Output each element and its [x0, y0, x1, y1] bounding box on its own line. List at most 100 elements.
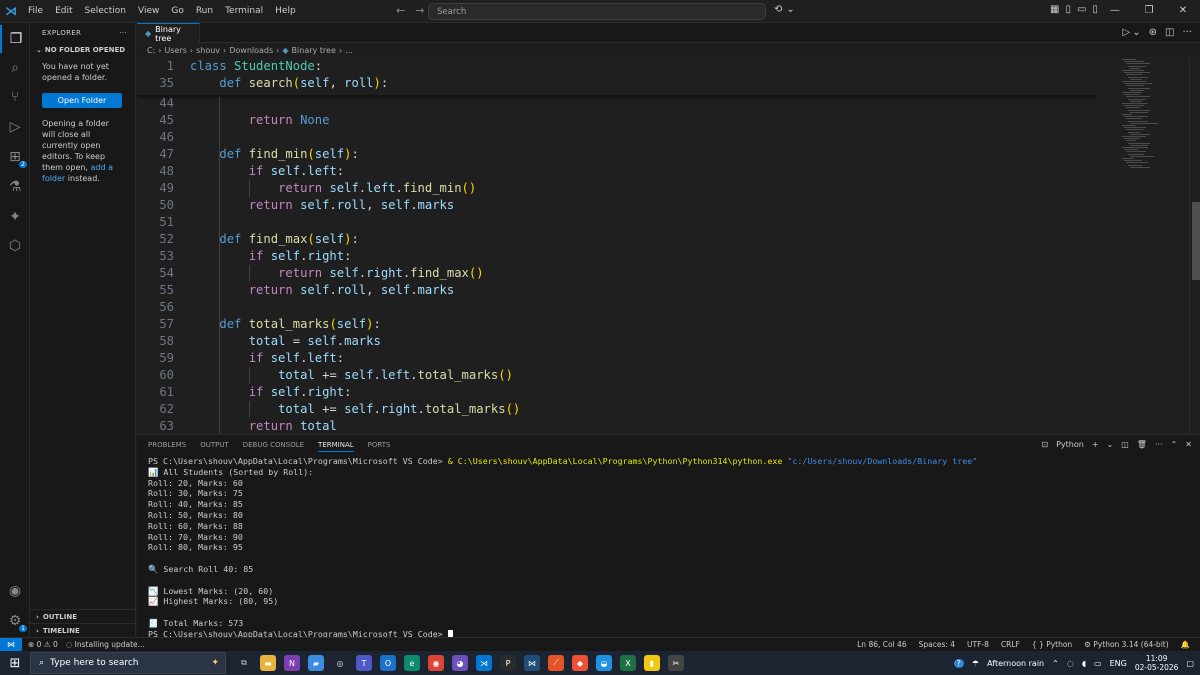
source-control-icon[interactable]: ⑂ [0, 83, 30, 111]
toggle-panel-icon[interactable]: ▭ [1077, 4, 1086, 15]
code-line[interactable]: 53 if self.right: [137, 248, 1117, 265]
back-arrow-icon[interactable]: ← [396, 4, 405, 17]
taskbar-search[interactable]: ⌕ Type here to search ✦ [30, 652, 226, 674]
clock[interactable]: 11:09 02-05-2026 [1135, 654, 1179, 672]
battery-icon[interactable]: ▭ [1094, 659, 1102, 668]
close-icon[interactable]: ✕ [1185, 440, 1192, 449]
language-indicator[interactable]: ENG [1110, 659, 1127, 668]
no-folder-section[interactable]: ⌄ NO FOLDER OPENED [30, 43, 135, 57]
more-actions-icon[interactable]: ··· [1182, 27, 1192, 38]
restore-icon[interactable]: ❐ [1132, 0, 1166, 22]
notifications-bell-icon[interactable]: 🔔 [1181, 640, 1190, 649]
pycharm-icon[interactable]: P [500, 655, 516, 671]
teams-icon[interactable]: T [356, 655, 372, 671]
vscode-taskbar-icon[interactable]: ⋊ [476, 655, 492, 671]
weather-icon[interactable]: ☂ [972, 659, 979, 668]
chevron-up-icon[interactable]: ⌃ [1052, 659, 1059, 668]
menu-edit[interactable]: Edit [49, 6, 78, 16]
copilot-chat-icon[interactable]: ⊛ [1149, 27, 1157, 38]
copilot-menu[interactable]: ⟲ ⌄ [774, 4, 795, 15]
encoding[interactable]: UTF-8 [967, 640, 989, 649]
code-line[interactable]: 46 [137, 129, 1117, 146]
menu-view[interactable]: View [132, 6, 165, 16]
visual-studio-icon[interactable]: ⋈ [524, 655, 540, 671]
postman-icon[interactable]: ⟋ [548, 655, 564, 671]
line-ending[interactable]: CRLF [1001, 640, 1020, 649]
code-line[interactable]: 62 total += self.right.total_marks() [137, 401, 1117, 418]
help-icon[interactable]: ? [953, 658, 964, 668]
tab-output[interactable]: OUTPUT [200, 441, 229, 452]
chevron-down-icon[interactable]: ⌄ [1107, 440, 1114, 449]
onenote-icon[interactable]: N [284, 655, 300, 671]
split-terminal-icon[interactable]: ◫ [1121, 440, 1129, 449]
code-line[interactable]: 63 return total [137, 418, 1117, 434]
command-center-search[interactable]: Search [428, 3, 766, 20]
copilot-app-icon[interactable]: ◕ [452, 655, 468, 671]
timeline-section[interactable]: › TIMELINE [30, 623, 136, 637]
toggle-sidebar-icon[interactable]: ▯ [1065, 4, 1071, 15]
remote-icon[interactable]: ⋈ [0, 637, 22, 652]
scrollbar-thumb[interactable] [1192, 202, 1200, 280]
minimize-icon[interactable]: — [1098, 0, 1132, 22]
cursor-position[interactable]: Ln 86, Col 46 [857, 640, 906, 649]
breadcrumb-users[interactable]: Users [164, 46, 186, 55]
forward-arrow-icon[interactable]: → [415, 4, 424, 17]
problems-status[interactable]: ⊗ 0 ⚠ 0 [28, 640, 58, 649]
breadcrumb-downloads[interactable]: Downloads [229, 46, 273, 55]
close-icon[interactable]: ✕ [1166, 0, 1200, 22]
minimap[interactable] [1118, 57, 1188, 434]
code-line[interactable]: 50 return self.roll, self.marks [137, 197, 1117, 214]
chrome-icon[interactable]: ◉ [428, 655, 444, 671]
powerbi-icon[interactable]: ▮ [644, 655, 660, 671]
new-terminal-icon[interactable]: + [1092, 440, 1099, 449]
windows-start-icon[interactable]: ⊞ [0, 651, 30, 675]
shell-name[interactable]: Python [1056, 440, 1084, 449]
copilot-icon[interactable]: ⟲ [774, 4, 782, 15]
code-line[interactable]: 58 total = self.marks [137, 333, 1117, 350]
tab-binary-tree[interactable]: ◆ Binary tree [137, 23, 200, 43]
terminal-output[interactable]: PS C:\Users\shouv\AppData\Local\Programs… [148, 456, 977, 640]
sticky-scroll-line[interactable]: 35 def search(self, roll): [137, 75, 1117, 92]
maximize-panel-icon[interactable]: ⌃ [1171, 440, 1178, 449]
weather-text[interactable]: Afternoon rain [987, 659, 1044, 668]
code-line[interactable]: 59 if self.left: [137, 350, 1117, 367]
code-editor[interactable]: 1 class StudentNode: 35 def search(self, r… [137, 57, 1189, 434]
tab-problems[interactable]: PROBLEMS [148, 441, 186, 452]
menu-file[interactable]: File [22, 6, 49, 16]
menu-terminal[interactable]: Terminal [219, 6, 269, 16]
notifications-icon[interactable]: ▢ [1186, 659, 1194, 668]
more-actions-icon[interactable]: ··· [119, 29, 127, 37]
run-python-icon[interactable]: ▷ [1123, 27, 1131, 38]
code-line[interactable]: 61 if self.right: [137, 384, 1117, 401]
snipping-tool-icon[interactable]: ✂ [668, 655, 684, 671]
code-line[interactable]: 52 def find_max(self): [137, 231, 1117, 248]
code-line[interactable]: 55 return self.roll, self.marks [137, 282, 1117, 299]
chevron-down-icon[interactable]: ⌄ [786, 4, 794, 15]
customize-layout-icon[interactable]: ▦ [1050, 4, 1059, 15]
python-icon[interactable]: ✦ [0, 203, 30, 231]
tab-terminal[interactable]: TERMINAL [318, 441, 354, 452]
sticky-scroll-line[interactable]: 1 class StudentNode: [137, 58, 1117, 75]
menu-run[interactable]: Run [190, 6, 219, 16]
menu-help[interactable]: Help [269, 6, 302, 16]
github-icon[interactable]: ◎ [332, 655, 348, 671]
code-line[interactable]: 45 return None [137, 112, 1117, 129]
manage-gear-icon[interactable]: ⚙ 1 [0, 607, 30, 635]
code-line[interactable]: 56 [137, 299, 1117, 316]
code-line[interactable]: 60 total += self.left.total_marks() [137, 367, 1117, 384]
outline-section[interactable]: › OUTLINE [30, 609, 136, 623]
language-mode[interactable]: { } Python [1032, 640, 1072, 649]
menu-go[interactable]: Go [165, 6, 189, 16]
breadcrumb-shouv[interactable]: shouv [196, 46, 220, 55]
open-folder-button[interactable]: Open Folder [42, 93, 122, 108]
code-line[interactable]: 54 return self.right.find_max() [137, 265, 1117, 282]
breadcrumb-file[interactable]: Binary tree [292, 46, 336, 55]
docker-icon[interactable]: ◒ [596, 655, 612, 671]
indentation[interactable]: Spaces: 4 [919, 640, 955, 649]
search-icon[interactable]: ⌕ [0, 54, 30, 82]
run-debug-icon[interactable]: ▷ [0, 113, 30, 141]
testing-icon[interactable]: ⚗ [0, 173, 30, 201]
split-editor-icon[interactable]: ◫ [1165, 27, 1174, 38]
breadcrumb-symbol[interactable]: ... [345, 46, 353, 55]
breadcrumb-drive[interactable]: C: [147, 46, 155, 55]
